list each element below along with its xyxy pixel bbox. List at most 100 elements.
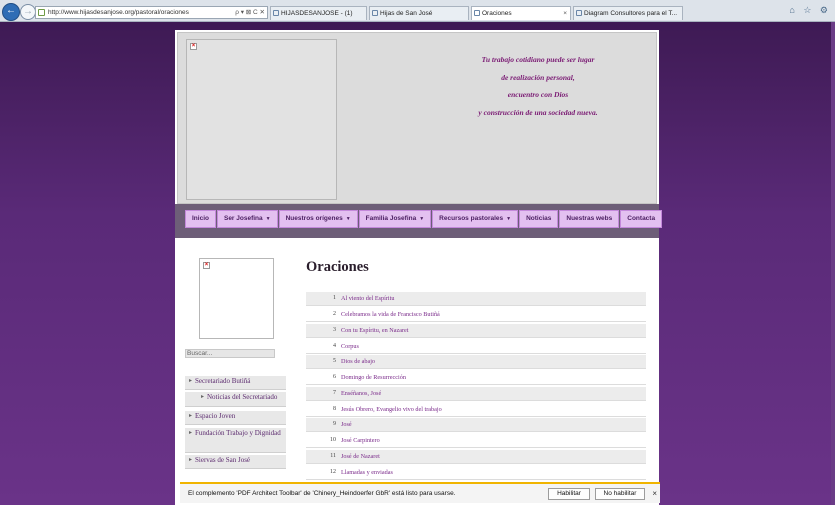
list-item: 6 Domingo de Resurrección [306,371,646,385]
prayer-link[interactable]: Celebramos la vida de Francisco Butiñá [341,311,440,318]
disable-button[interactable]: No habilitar [595,488,645,500]
item-number: 10 [330,437,336,443]
sidebar-item-label: Siervas de San José [195,456,251,464]
item-number: 9 [333,421,336,427]
menu-bar: Inicio Ser Josefina ▼ Nuestros orígenes ▼ … [185,210,663,228]
browser-toolbar: ← → http://www.hijasdesanjose.org/pastor… [0,0,835,22]
prayer-link[interactable]: Dios de abajo [341,358,375,365]
prayer-link[interactable]: Domingo de Resurrección [341,374,406,381]
item-number: 8 [333,406,336,412]
browser-tab-3[interactable]: Oraciones × [471,6,571,20]
bullet-icon: ▸ [201,394,205,400]
sidebar-item-siervas[interactable]: ▸ Siervas de San José [185,455,286,469]
tab-label: HIJASDESANJOSE - (1) [281,10,353,17]
home-star-gear-icons[interactable]: ⌂ ☆ ⚙ [789,5,831,16]
item-number: 5 [333,358,336,364]
prayer-link[interactable]: José Carpintero [341,437,380,444]
tab-close-icon[interactable]: × [563,7,567,20]
slogan-line: de realización personal, [501,72,575,82]
tab-favicon-icon [372,10,378,16]
prayer-link[interactable]: Llamadas y enviadas [341,469,393,476]
menu-item-ser-josefina[interactable]: Ser Josefina ▼ [216,210,278,228]
item-number: 3 [333,327,336,333]
menu-item-inicio[interactable]: Inicio [185,210,216,228]
site-header: × Tu trabajo cotidiano puede ser lugar d… [177,32,657,204]
chevron-down-icon: ▼ [419,216,425,222]
slogan-line: encuentro con Dios [507,90,569,100]
broken-image-icon: × [190,43,197,50]
prayer-link[interactable]: José [341,421,352,428]
list-item: 3 Con tu Espíritu, en Nazaret [306,324,646,338]
menu-item-recursos-pastorales[interactable]: Recursos pastorales ▼ [432,210,519,228]
tab-label: Hijas de San José [380,10,433,17]
site-favicon-icon [38,9,45,16]
tab-favicon-icon [576,10,582,16]
prayer-link[interactable]: Al viento del Espíritu [341,295,394,302]
prayer-link[interactable]: Jesús Obrero, Evangelio vivo del trabajo [341,406,442,413]
sidebar-item-fundacion[interactable]: ▸ Fundación Trabajo y Dignidad [185,428,286,453]
prayer-link[interactable]: José de Nazaret [341,453,380,460]
back-arrow-icon[interactable]: ← [2,3,20,21]
list-item: 12 Llamadas y enviadas [306,466,646,480]
sidebar-image: × [199,258,274,339]
list-item: 1 Al viento del Espíritu [306,292,646,306]
menu-item-contacta[interactable]: Contacta [620,210,663,228]
sidebar-item-label: Noticias del Secretariado [207,393,278,401]
main-navigation: Inicio Ser Josefina ▼ Nuestros orígenes ▼ … [175,204,663,238]
address-bar[interactable]: http://www.hijasdesanjose.org/pastoral/o… [35,6,268,19]
search-input[interactable]: Buscar... [185,349,275,358]
bullet-icon: ▸ [189,457,193,463]
menu-item-noticias[interactable]: Noticias [519,210,559,228]
bullet-icon: ▸ [189,430,193,436]
prayer-link[interactable]: Con tu Espíritu, en Nazaret [341,327,409,334]
chevron-down-icon: ▼ [265,216,271,222]
item-number: 7 [333,390,336,396]
list-item: 11 José de Nazaret [306,450,646,464]
close-icon[interactable]: × [652,489,657,498]
enable-button[interactable]: Habilitar [548,488,590,500]
item-number: 1 [333,295,336,301]
page-background: × Tu trabajo cotidiano puede ser lugar d… [0,22,835,505]
site-container: × Tu trabajo cotidiano puede ser lugar d… [175,30,663,505]
sidebar-item-label: Espacio Joven [195,412,236,420]
notification-text: El complemento 'PDF Architect Toolbar' d… [188,490,456,497]
bullet-icon: ▸ [189,413,193,419]
header-image: × [186,39,337,200]
list-item: 8 Jesús Obrero, Evangelio vivo del trabaj… [306,403,646,417]
list-item: 5 Dios de abajo [306,355,646,369]
browser-tab-4[interactable]: Diagram Consultores para el T... [573,6,683,20]
prayer-link[interactable]: Enséñanos, José [341,390,381,397]
menu-item-nuestros-origenes[interactable]: Nuestros orígenes ▼ [278,210,358,228]
item-number: 12 [330,469,336,475]
menu-item-familia-josefina[interactable]: Familia Josefina ▼ [358,210,432,228]
tab-label: Diagram Consultores para el T... [584,10,678,17]
addon-notification-bar: El complemento 'PDF Architect Toolbar' d… [180,482,660,503]
sidebar-item-label: Fundación Trabajo y Dignidad [195,429,281,437]
prayer-link[interactable]: Corpus [341,343,359,350]
chevron-down-icon: ▼ [506,216,512,222]
address-url: http://www.hijasdesanjose.org/pastoral/o… [48,9,189,16]
slogan-line: Tu trabajo cotidiano puede ser lugar [481,55,595,64]
sidebar-item-espacio-joven[interactable]: ▸ Espacio Joven [185,411,286,425]
sidebar-item-noticias-secretariado[interactable]: ▸ Noticias del Secretariado [185,392,286,407]
browser-tab-2[interactable]: Hijas de San José [369,6,469,20]
chevron-down-icon: ▼ [345,216,351,222]
browser-tab-1[interactable]: HIJASDESANJOSE - (1) [270,6,367,20]
sidebar-item-secretariado[interactable]: ▸ Secretariado Butiñá [185,376,286,390]
menu-item-nuestras-webs[interactable]: Nuestras webs [559,210,620,228]
list-item: 2 Celebramos la vida de Francisco Butiñá [306,308,646,322]
tab-favicon-icon [474,10,480,16]
item-number: 11 [330,453,336,459]
bullet-icon: ▸ [189,378,193,384]
list-item: 7 Enséñanos, José [306,387,646,401]
list-item: 9 José [306,418,646,432]
forward-arrow-icon[interactable]: → [20,4,36,20]
item-number: 4 [333,343,336,349]
item-number: 6 [333,374,336,380]
broken-image-icon: × [203,262,210,269]
address-tools-icons[interactable]: ρ ▾ ⊠ C ✕ [235,7,265,18]
page-title: Oraciones [306,259,369,275]
slogan-line: y construcción de una sociedad nueva. [478,108,598,118]
header-slogan: Tu trabajo cotidiano puede ser lugar de … [448,51,628,122]
tab-favicon-icon [273,10,279,16]
